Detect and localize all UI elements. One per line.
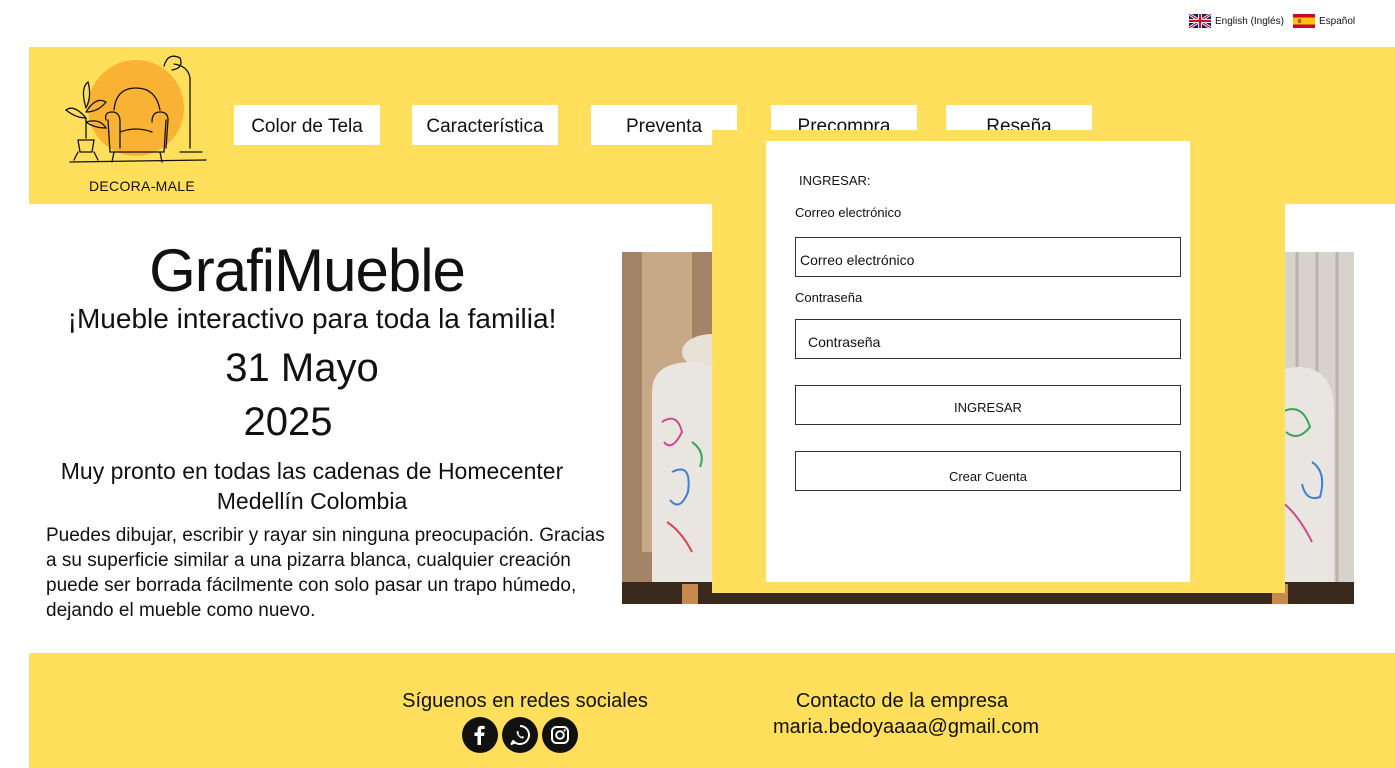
language-english-link[interactable]: English (Inglés) xyxy=(1189,14,1284,28)
email-field[interactable] xyxy=(795,237,1181,277)
password-field[interactable] xyxy=(795,319,1181,359)
language-english-label: English (Inglés) xyxy=(1215,15,1284,27)
contact-email-link[interactable]: maria.bedoyaaaa@gmail.com xyxy=(770,716,1042,739)
password-label: Contraseña xyxy=(795,290,863,305)
launch-date: 31 Mayo xyxy=(225,346,379,390)
social-heading: Síguenos en redes sociales xyxy=(402,690,648,712)
login-submit-button[interactable]: INGRESAR xyxy=(795,385,1181,425)
product-description: Puedes dibujar, escribir y rayar sin nin… xyxy=(46,525,605,621)
email-label: Correo electrónico xyxy=(795,205,902,220)
brand-name: DECORA-MALE xyxy=(89,178,195,194)
page-title: GrafiMueble xyxy=(149,237,466,304)
spain-flag-icon xyxy=(1293,14,1315,28)
language-spanish-link[interactable]: Español xyxy=(1293,14,1355,28)
whatsapp-icon[interactable] xyxy=(502,717,538,753)
nav-caracteristica[interactable]: Característica xyxy=(412,105,558,145)
facebook-icon[interactable] xyxy=(462,717,498,753)
login-heading: INGRESAR: xyxy=(799,173,871,188)
availability-text: Muy pronto en todas las cadenas de Homec… xyxy=(0,456,624,516)
launch-year: 2025 xyxy=(243,400,333,444)
uk-flag-icon xyxy=(1189,14,1211,28)
create-account-button[interactable]: Crear Cuenta xyxy=(795,451,1181,491)
hero-subtitle: ¡Mueble interactivo para toda la familia… xyxy=(67,303,557,334)
availability-line-2: Medellín Colombia xyxy=(216,488,408,514)
footer-bar xyxy=(29,653,1395,768)
contact-heading: Contacto de la empresa xyxy=(795,690,1009,712)
availability-line-1: Muy pronto en todas las cadenas de Homec… xyxy=(60,458,564,484)
armchair-logo-icon[interactable] xyxy=(56,48,216,198)
language-spanish-label: Español xyxy=(1319,15,1356,27)
instagram-icon[interactable] xyxy=(542,717,578,753)
nav-color-de-tela[interactable]: Color de Tela xyxy=(234,105,380,145)
